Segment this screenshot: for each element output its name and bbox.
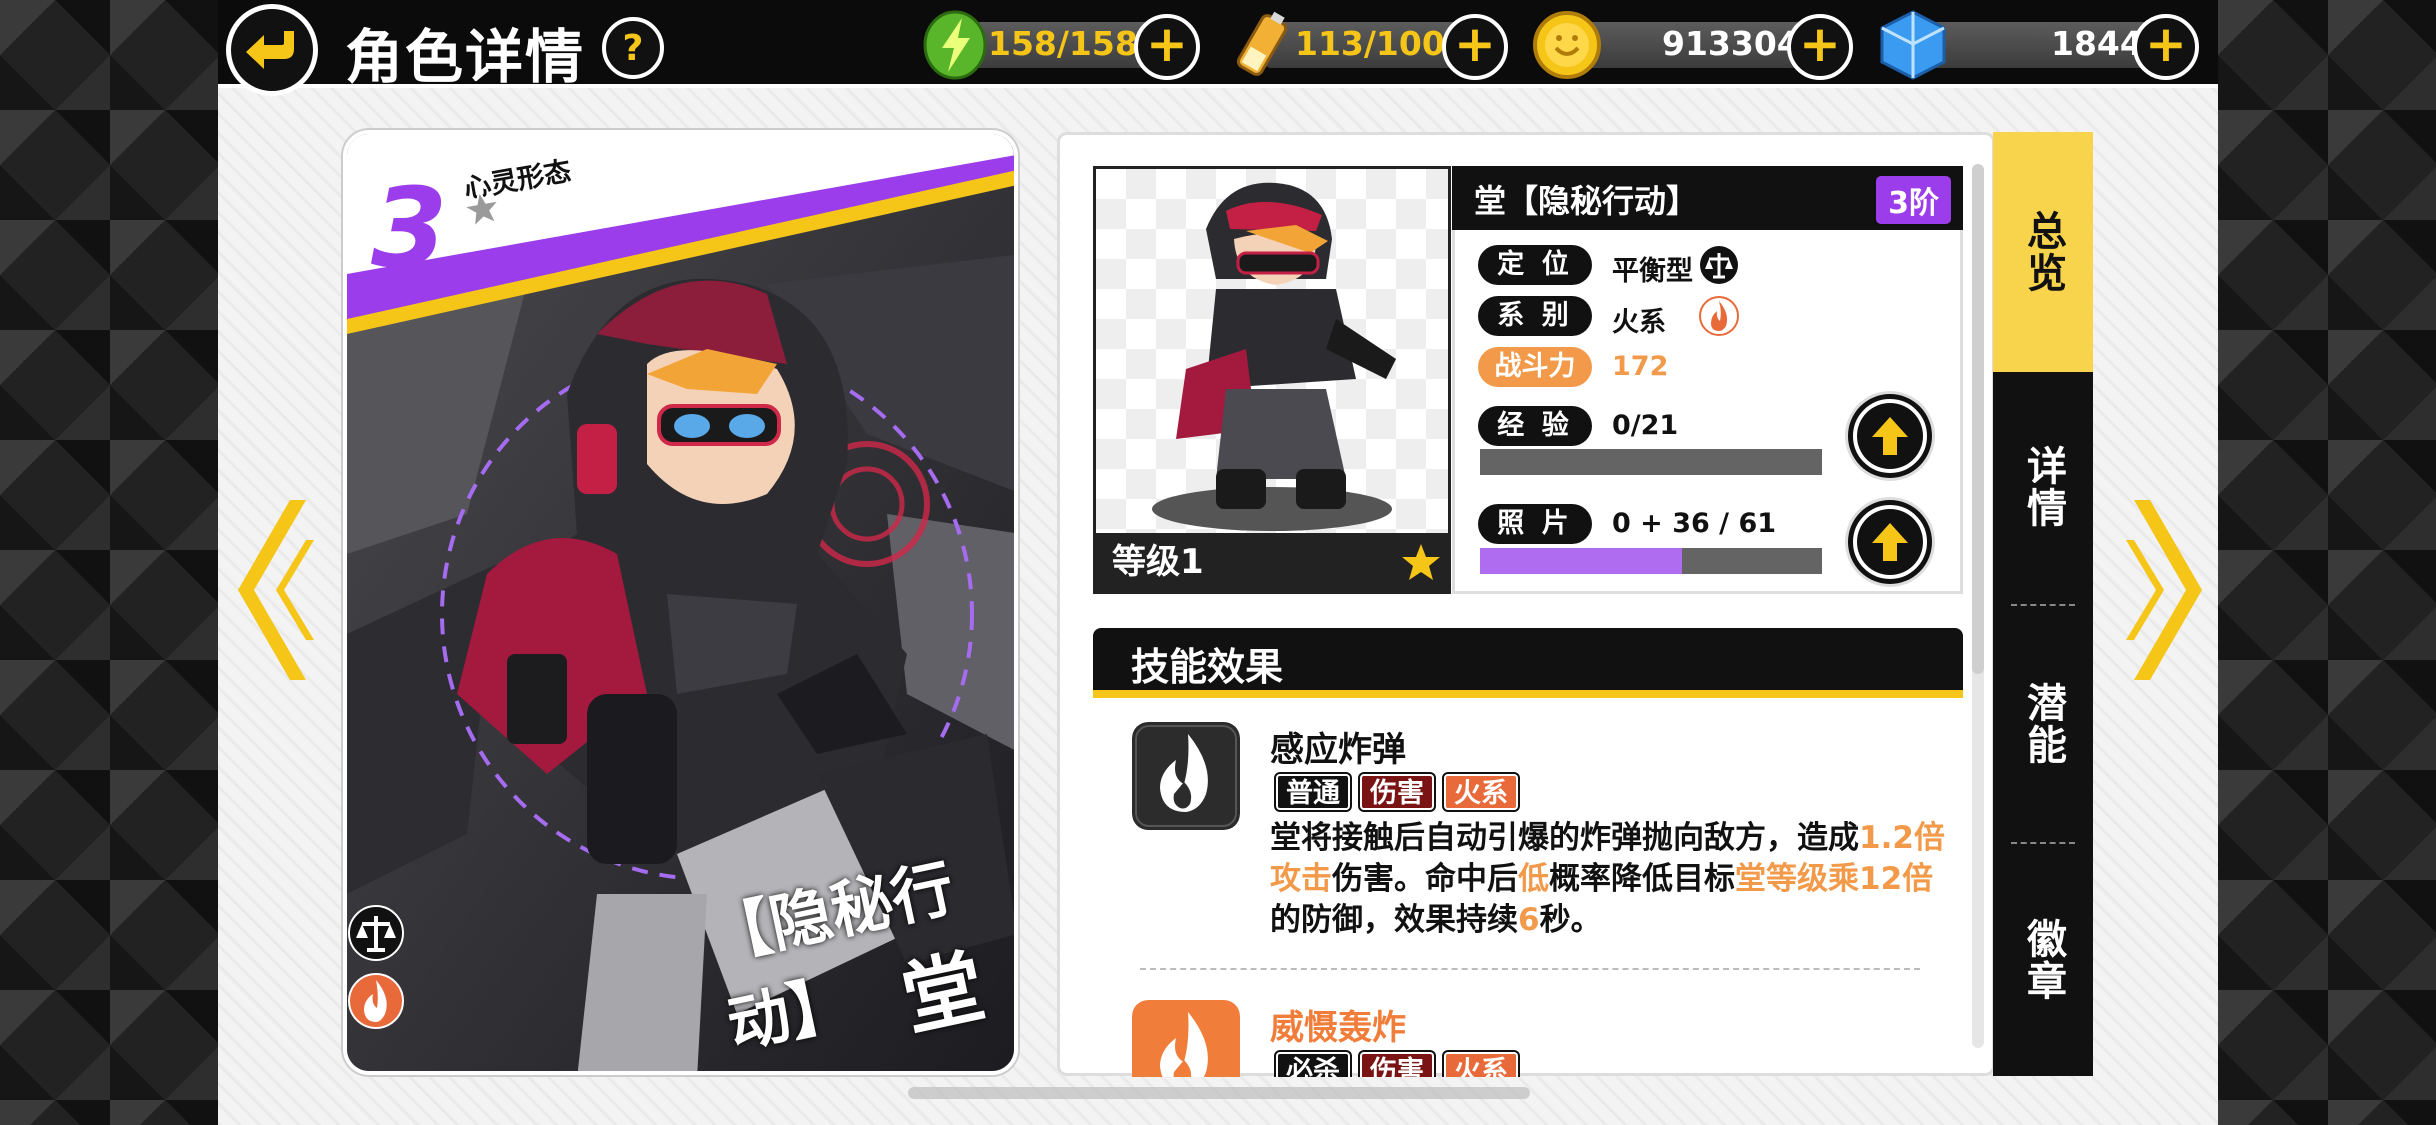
tab-badges[interactable]: 徽章	[1993, 844, 2093, 1076]
description-text: 的防御，效果持续	[1270, 902, 1518, 938]
skill-2-tag-ultimate: 必杀	[1276, 1052, 1350, 1077]
power-value: 172	[1612, 351, 1669, 382]
skills-scrollbar[interactable]	[1972, 164, 1984, 1048]
skill-2-tag-damage: 伤害	[1360, 1052, 1434, 1077]
diamond-value: 1844	[2051, 24, 2143, 63]
skills-title: 技能效果	[1131, 645, 1284, 689]
description-text: 秒。	[1539, 902, 1602, 938]
character-name: 堂【隐秘行动】	[1474, 182, 1699, 220]
tab-bar: 总览 详情 潜能 徽章	[1993, 132, 2093, 1076]
gold-resource: 913304 +	[1530, 11, 1853, 80]
highlight-text: 低	[1518, 861, 1549, 897]
photo-label: 照 片	[1478, 504, 1592, 544]
star-icon	[460, 188, 502, 230]
next-character-arrow-icon[interactable]	[2124, 500, 2204, 680]
card-level: 3	[371, 164, 448, 292]
star-icon[interactable]	[1400, 541, 1442, 583]
fire-element-icon	[1699, 296, 1739, 336]
gem-icon	[1880, 10, 1946, 80]
fire-skill-icon[interactable]	[1132, 1000, 1240, 1077]
skill-2-tag-fire: 火系	[1444, 1052, 1518, 1077]
previous-character-arrow-icon[interactable]	[236, 500, 316, 680]
description-text: 堂将接触后自动引爆的炸弹抛向敌方，造成	[1270, 820, 1859, 856]
diamond-resource: 1844 +	[1876, 10, 2199, 80]
skill-1-tag-damage: 伤害	[1360, 774, 1434, 810]
character-level: 等级1	[1112, 542, 1204, 582]
skill-1-description: 堂将接触后自动引爆的炸弹抛向敌方，造成1.2倍攻击伤害。命中后低概率降低目标堂等…	[1270, 818, 1960, 941]
stamina-value: 158/158	[988, 24, 1138, 63]
arrow-up-icon	[1872, 523, 1908, 561]
exp-value: 0/21	[1612, 410, 1679, 441]
tab-potential[interactable]: 潜能	[1993, 606, 2093, 842]
power-label: 战斗力	[1478, 347, 1592, 387]
character-name-bar: 堂【隐秘行动】 3阶	[1452, 166, 1963, 238]
stamina-plus-button[interactable]: +	[1134, 14, 1200, 80]
page-title: 角色详情	[345, 23, 586, 91]
tab-details[interactable]: 详情	[1993, 372, 2093, 602]
skill-2-clip: 威慑轰炸 必杀 伤害 火系	[1093, 985, 1968, 1077]
left-background	[0, 0, 218, 1125]
portrait-footer: 等级1	[1096, 533, 1448, 591]
exp-upgrade-button[interactable]	[1848, 394, 1932, 478]
photo-progress-bar	[1480, 548, 1822, 574]
exp-label: 经 验	[1478, 406, 1592, 446]
balance-type-icon	[1700, 246, 1738, 284]
rank-badge: 3阶	[1876, 176, 1951, 224]
photo-upgrade-button[interactable]	[1848, 500, 1932, 584]
battery-plus-button[interactable]: +	[1442, 14, 1508, 80]
position-value: 平衡型	[1612, 256, 1693, 287]
photo-value: 0 + 36 / 61	[1612, 508, 1777, 539]
position-label: 定 位	[1478, 245, 1592, 285]
tab-overview[interactable]: 总览	[1993, 132, 2093, 372]
stamina-resource: 158/158 +	[918, 10, 1200, 80]
highlight-text: 6	[1518, 902, 1540, 938]
skill-2-name: 威慑轰炸	[1270, 1008, 1406, 1048]
fire-skill-icon[interactable]	[1132, 722, 1240, 830]
right-background	[2218, 0, 2436, 1125]
gold-value: 913304	[1662, 24, 1800, 63]
element-label: 系 别	[1478, 296, 1592, 336]
lightning-icon	[923, 10, 987, 80]
help-button[interactable]: ?	[602, 17, 664, 79]
skill-1-tag-fire: 火系	[1444, 774, 1518, 810]
arrow-up-icon	[1872, 417, 1908, 455]
scrollbar-thumb[interactable]	[1972, 164, 1984, 674]
character-portrait: 等级1	[1093, 166, 1451, 594]
skills-header: 技能效果	[1093, 628, 1963, 698]
battery-resource: 113/100 +	[1225, 11, 1508, 80]
element-value: 火系	[1612, 307, 1666, 338]
balance-type-icon	[348, 905, 404, 961]
home-indicator	[908, 1087, 1530, 1099]
battery-value: 113/100	[1295, 24, 1445, 63]
back-arrow-icon	[246, 31, 294, 69]
battery-icon	[1236, 11, 1288, 76]
skill-divider	[1140, 968, 1920, 970]
coin-icon	[1533, 11, 1601, 79]
diamond-plus-button[interactable]: +	[2133, 14, 2199, 80]
gold-plus-button[interactable]: +	[1787, 14, 1853, 80]
skill-1-tag-normal: 普通	[1276, 774, 1350, 810]
description-text: 概率降低目标	[1549, 861, 1735, 897]
highlight-text: 堂等级乘12倍	[1735, 861, 1934, 897]
skill-1-name: 感应炸弹	[1270, 730, 1406, 770]
description-text: 伤害。命中后	[1332, 861, 1518, 897]
chibi-character-image	[1152, 182, 1396, 531]
character-card[interactable]: 3 心灵形态 【隐秘行动】 堂	[343, 130, 1018, 1075]
fire-element-icon	[348, 973, 404, 1029]
exp-progress-bar	[1480, 449, 1822, 475]
back-button[interactable]	[226, 4, 318, 96]
